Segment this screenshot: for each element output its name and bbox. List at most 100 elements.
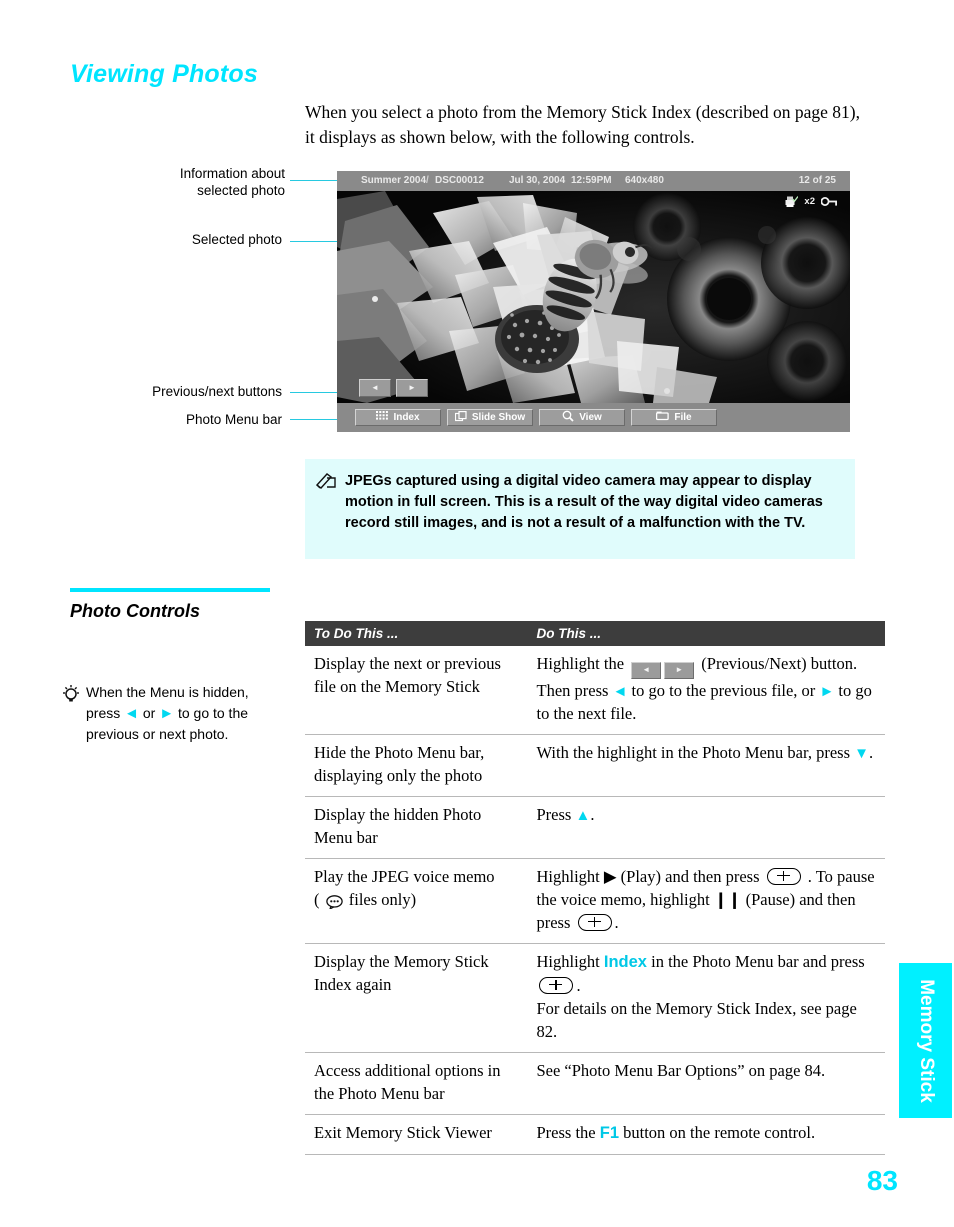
callout-line-1: Information about [179, 166, 285, 181]
note-pencil-icon [315, 472, 337, 495]
note-callout-box: JPEGs captured using a digital video cam… [305, 459, 855, 559]
table-header-row: To Do This ... Do This ... [305, 621, 885, 646]
do-text-b: button on the remote control. [623, 1122, 816, 1142]
info-time: 12:59PM [571, 175, 612, 186]
do-text-d: For details on the Memory Stick Index, s… [536, 998, 857, 1041]
callout-previous-next-buttons: Previous/next buttons [90, 383, 282, 400]
grid-icon [376, 411, 389, 424]
right-arrow-icon: ► [819, 683, 835, 700]
todo-line-1: Exit Memory Stick Viewer [314, 1122, 492, 1142]
right-arrow-icon: ► [159, 705, 175, 722]
menu-button-label: Index [393, 412, 420, 423]
todo-line-2: the Photo Menu bar [314, 1083, 445, 1103]
table-cell-todo: Exit Memory Stick Viewer [305, 1114, 528, 1155]
tip-callout: When the Menu is hidden, press ◄ or ► to… [62, 682, 277, 745]
table-cell-todo: Display the next or previous file on the… [305, 646, 528, 735]
copies-count: x2 [804, 196, 815, 207]
callout-selected-photo: Selected photo [110, 231, 282, 248]
table-cell-todo: Display the hidden Photo Menu bar [305, 796, 528, 859]
table-row: Exit Memory Stick Viewer Press the F1 bu… [305, 1114, 885, 1155]
page-title: Viewing Photos [70, 60, 258, 88]
do-text-d: to go to the previous file, or [631, 680, 816, 700]
file-icon [656, 411, 670, 424]
next-arrow-icon: ► [408, 383, 416, 392]
left-arrow-icon: ◄ [612, 683, 628, 700]
lightbulb-icon [62, 684, 80, 710]
table-row: Display the next or previous file on the… [305, 646, 885, 735]
todo-line-1: Display the Memory Stick [314, 951, 489, 971]
table-cell-do: See “Photo Menu Bar Options” on page 84. [527, 1052, 885, 1115]
todo-line-2-close: files only) [348, 889, 417, 909]
select-button-icon [539, 976, 574, 994]
magnifier-icon [562, 410, 574, 425]
do-text-b: . [869, 742, 874, 762]
leader-line-info [290, 180, 340, 181]
previous-arrow-icon: ◄ [642, 665, 651, 674]
todo-line-1: Display the hidden Photo [314, 804, 482, 824]
info-count: 12 of 25 [798, 175, 836, 186]
do-text-a: Highlight the [536, 654, 625, 673]
todo-line-1: Play the JPEG voice memo [314, 866, 495, 886]
menu-button-view[interactable]: View [539, 409, 625, 426]
callout-line-1: Previous/next buttons [152, 384, 282, 399]
info-separator: / [426, 175, 429, 186]
menu-button-slide-show[interactable]: Slide Show [447, 409, 533, 426]
callout-line-1: Photo Menu bar [185, 412, 282, 427]
prev-next-button-group[interactable]: ◄ ► [359, 379, 428, 397]
do-text-a: Highlight ▶ (Play) and then press [536, 866, 760, 886]
table-row: Display the hidden Photo Menu bar Press … [305, 796, 885, 859]
table-cell-do: Press the F1 button on the remote contro… [527, 1114, 885, 1155]
index-link[interactable]: Index [604, 953, 647, 971]
select-button-icon [766, 867, 801, 885]
select-button-icon [577, 913, 612, 931]
do-text-b: . [590, 804, 595, 824]
table-row: Play the JPEG voice memo ( files only) H… [305, 858, 885, 944]
todo-line-2-open: ( [314, 889, 320, 909]
section-rule [70, 588, 270, 592]
do-text-c: Then press [536, 680, 609, 700]
table-cell-do: Press ▲. [527, 796, 885, 859]
next-button[interactable]: ► [396, 379, 428, 397]
key-lock-icon [821, 196, 838, 207]
todo-line-2: Menu bar [314, 827, 378, 847]
callout-line-2: selected photo [197, 183, 285, 198]
next-arrow-icon: ► [675, 665, 684, 674]
previous-button[interactable]: ◄ [359, 379, 391, 397]
up-arrow-icon: ▲ [575, 807, 591, 824]
table-header-todo: To Do This ... [305, 621, 528, 646]
table-cell-do: With the highlight in the Photo Menu bar… [527, 734, 885, 797]
table-cell-todo: Play the JPEG voice memo ( files only) [305, 858, 528, 944]
callout-photo-menu-bar: Photo Menu bar [115, 411, 282, 428]
down-arrow-icon: ▼ [854, 745, 869, 762]
todo-line-2: file on the Memory Stick [314, 677, 480, 696]
f1-key-label: F1 [599, 1123, 619, 1142]
todo-line-2: displaying only the photo [314, 765, 483, 785]
photo-controls-table: To Do This ... Do This ... Display the n… [305, 621, 885, 1155]
do-text-b: (Previous/Next) button. [701, 654, 858, 673]
table-row: Display the Memory Stick Index again Hig… [305, 943, 885, 1053]
menu-button-index[interactable]: Index [355, 409, 441, 426]
chapter-side-tab-label: Memory Stick [915, 978, 937, 1103]
table-cell-do: Highlight Index in the Photo Menu bar an… [527, 943, 885, 1053]
todo-line-1: Display the next or previous [314, 654, 501, 673]
tv-screen-figure: Summer 2004 / DSC00012 Jul 30, 2004 12:5… [337, 171, 850, 432]
menu-button-file[interactable]: File [631, 409, 717, 426]
do-text-c: . [614, 912, 619, 932]
menu-button-label: File [674, 412, 692, 423]
table-row: Hide the Photo Menu bar, displaying only… [305, 734, 885, 797]
inline-prev-next-buttons: ◄ ► [631, 661, 695, 679]
inline-next-button: ► [664, 661, 695, 679]
section-title: Photo Controls [70, 601, 200, 621]
slideshow-icon [454, 410, 467, 425]
table-header-do: Do This ... [527, 621, 885, 646]
table-cell-todo: Hide the Photo Menu bar, displaying only… [305, 734, 528, 797]
page-number: 83 [866, 1165, 898, 1196]
info-album: Summer 2004 [361, 175, 427, 186]
previous-arrow-icon: ◄ [371, 383, 379, 392]
menu-button-label: View [579, 412, 602, 423]
note-text: JPEGs captured using a digital video cam… [345, 473, 823, 531]
do-text-a: Press the [536, 1122, 596, 1142]
photo-menu-bar[interactable]: Index Slide Show View File [337, 403, 850, 432]
table-cell-do: Highlight ▶ (Play) and then press . To p… [527, 858, 885, 944]
info-date: Jul 30, 2004 [509, 175, 566, 186]
